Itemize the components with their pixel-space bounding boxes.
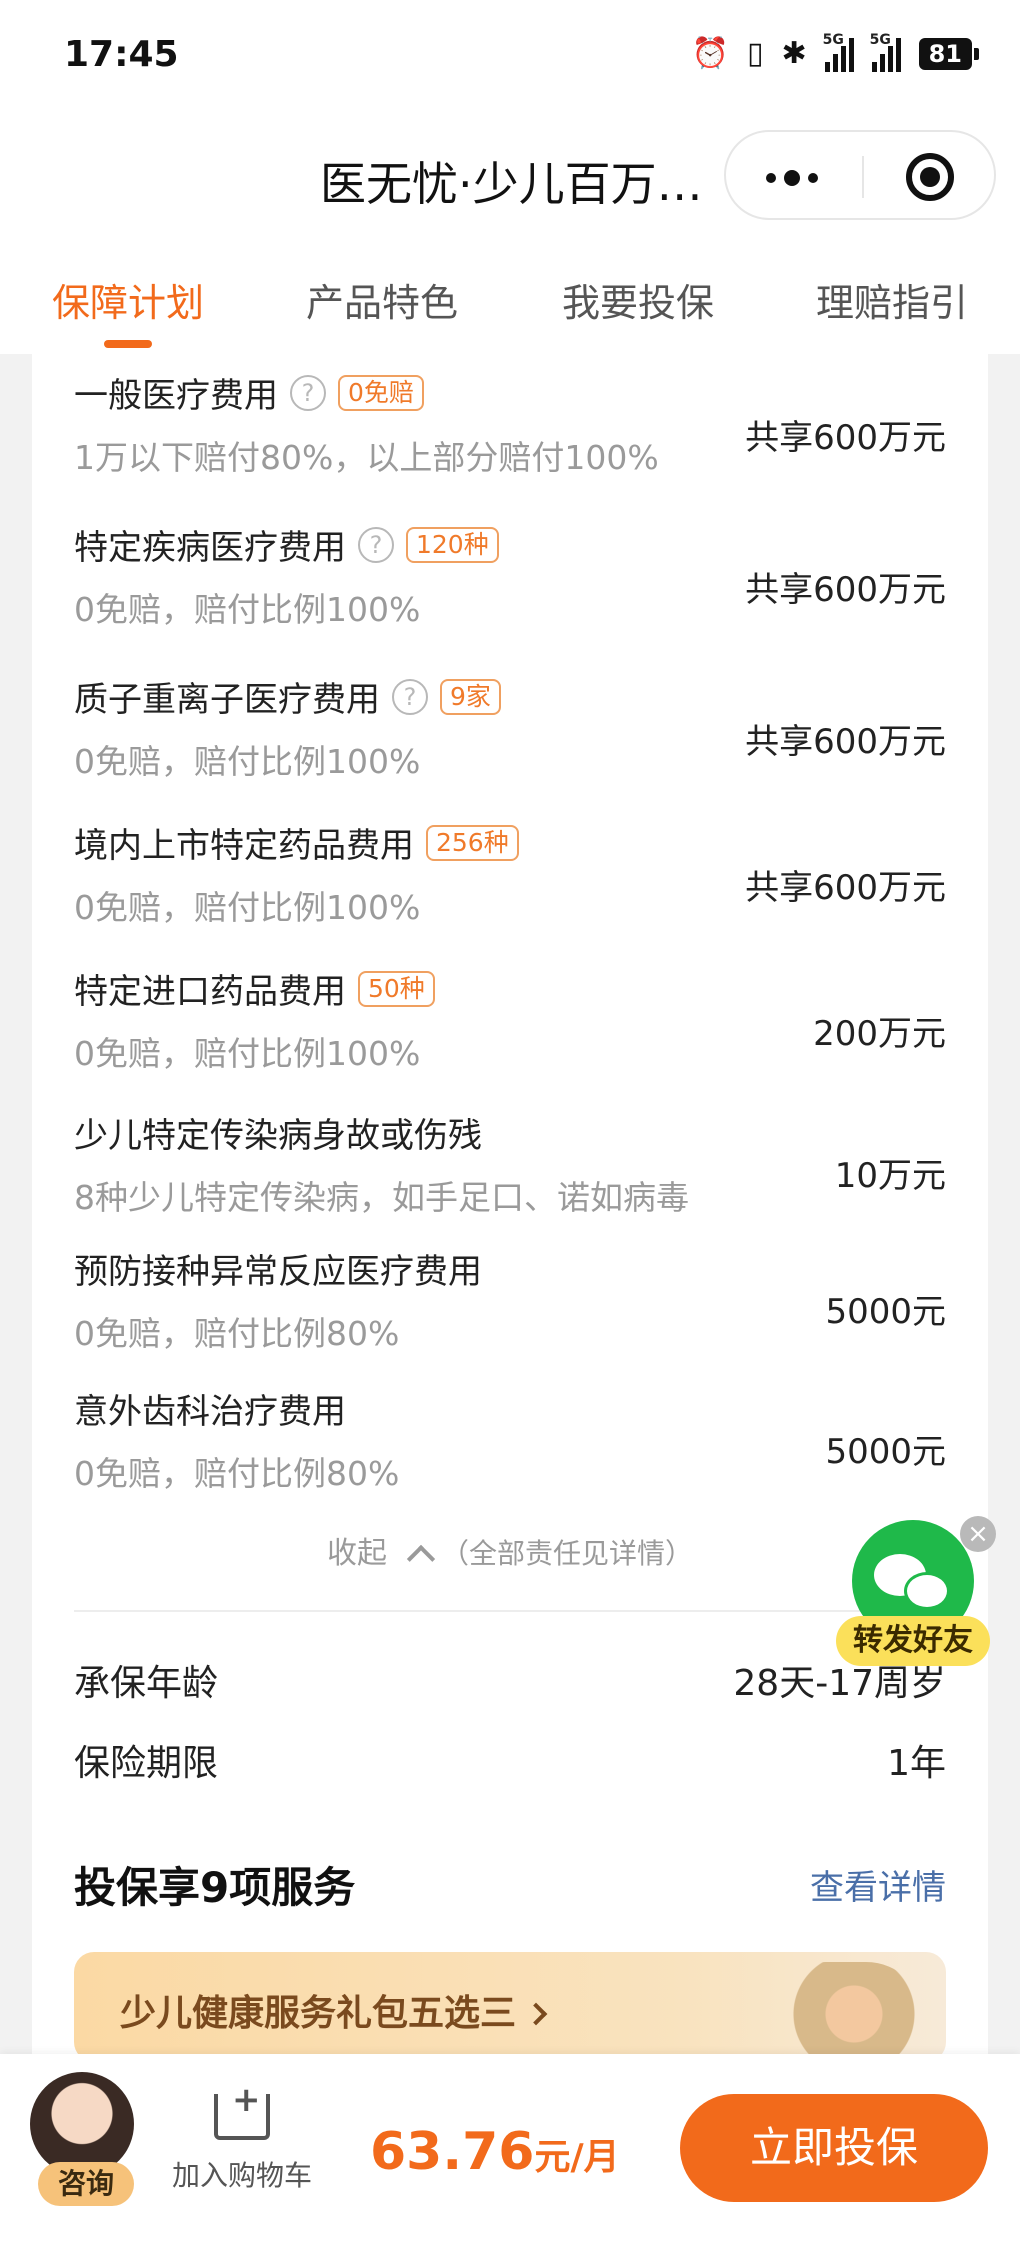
tab-claims-guide[interactable]: 理赔指引 <box>816 272 968 327</box>
miniapp-capsule <box>724 130 996 220</box>
tab-product-features[interactable]: 产品特色 <box>306 272 458 327</box>
collapse-note: （全部责任见详情） <box>440 1537 693 1570</box>
services-detail-link[interactable]: 查看详情 <box>810 1860 946 1909</box>
vibrate-icon: ▯ <box>746 36 764 71</box>
collapse-label: 收起 <box>326 1536 387 1571</box>
help-icon[interactable]: ? <box>392 678 428 715</box>
gift-package-label: 少儿健康服务礼包五选三 <box>120 1993 517 2034</box>
coverage-title: 意外齿科治疗费用 <box>74 1392 346 1432</box>
divider <box>74 1610 946 1612</box>
status-icons: ⏰ ▯ ✱ 5G 5G 81 <box>691 32 980 74</box>
coverage-card: 一般医疗费用 ? 0免赔 1万以下赔付80%，以上部分赔付100% 共享600万… <box>32 354 988 2062</box>
coverage-row: 质子重离子医疗费用 ? 9家 0免赔，赔付比例100% 共享600万元 <box>74 672 946 783</box>
avatar[interactable] <box>30 2072 134 2176</box>
tab-coverage-plan[interactable]: 保障计划 <box>52 272 204 327</box>
battery-icon: 81 <box>918 38 980 70</box>
add-to-cart-button[interactable]: 加入购物车 <box>172 2080 313 2194</box>
tab-apply[interactable]: 我要投保 <box>562 272 714 327</box>
coverage-row: 一般医疗费用 ? 0免赔 1万以下赔付80%，以上部分赔付100% 共享600万… <box>74 368 946 479</box>
coverage-tag: 9家 <box>440 678 501 715</box>
coverage-row: 境内上市特定药品费用 256种 0免赔，赔付比例100% 共享600万元 <box>74 818 946 929</box>
share-widget: × 转发好友 <box>836 1516 996 1666</box>
coverage-title: 一般医疗费用 <box>74 376 278 416</box>
alarm-icon: ⏰ <box>691 36 729 71</box>
coverage-amount: 10万元 <box>834 1156 946 1196</box>
active-tab-indicator <box>104 340 152 348</box>
info-label: 保险期限 <box>74 1743 219 1784</box>
bluetooth-icon: ✱ <box>781 36 807 71</box>
coverage-amount: 共享600万元 <box>745 570 946 610</box>
coverage-tag: 256种 <box>426 824 519 861</box>
signal-icon-2: 5G <box>870 32 901 72</box>
coverage-title: 少儿特定传染病身故或伤残 <box>74 1116 482 1156</box>
tab-bar: 保障计划 产品特色 我要投保 理赔指引 <box>0 232 1020 354</box>
coverage-amount: 5000元 <box>825 1292 946 1332</box>
coverage-row: 预防接种异常反应医疗费用 0免赔，赔付比例80% 5000元 <box>74 1244 946 1355</box>
coverage-desc: 0免赔，赔付比例80% <box>74 1314 400 1353</box>
coverage-desc: 0免赔，赔付比例80% <box>74 1454 400 1493</box>
coverage-row: 特定进口药品费用 50种 0免赔，赔付比例100% 200万元 <box>74 964 946 1075</box>
info-row-term: 保险期限 1年 <box>74 1734 946 1786</box>
info-value: 1年 <box>887 1743 946 1784</box>
close-miniapp-icon[interactable] <box>906 153 954 201</box>
info-label: 承保年龄 <box>74 1663 219 1704</box>
coverage-row: 特定疾病医疗费用 ? 120种 0免赔，赔付比例100% 共享600万元 <box>74 520 946 631</box>
coverage-row: 意外齿科治疗费用 0免赔，赔付比例80% 5000元 <box>74 1384 946 1495</box>
status-bar: 17:45 ⏰ ▯ ✱ 5G 5G 81 <box>0 0 1020 112</box>
gift-package-banner[interactable]: 少儿健康服务礼包五选三 <box>74 1952 946 2062</box>
consult-button[interactable]: 咨询 <box>38 2162 134 2206</box>
chevron-up-icon <box>406 1544 436 1574</box>
services-title: 投保享9项服务 <box>74 1863 356 1912</box>
help-icon[interactable]: ? <box>290 374 326 411</box>
coverage-title: 特定进口药品费用 <box>74 972 346 1012</box>
coverage-row: 少儿特定传染病身故或伤残 8种少儿特定传染病，如手足口、诺如病毒 10万元 <box>74 1108 946 1219</box>
coverage-title: 质子重离子医疗费用 <box>74 680 380 720</box>
buy-now-button[interactable]: 立即投保 <box>680 2094 988 2202</box>
more-icon[interactable] <box>766 170 818 186</box>
coverage-tag: 0免赔 <box>338 374 424 411</box>
add-to-cart-label: 加入购物车 <box>172 2159 313 2192</box>
coverage-tag: 120种 <box>406 526 499 563</box>
coverage-desc: 8种少儿特定传染病，如手足口、诺如病毒 <box>74 1178 689 1217</box>
chevron-right-icon <box>524 2002 548 2026</box>
cart-add-icon <box>214 2080 270 2140</box>
coverage-amount: 共享600万元 <box>745 868 946 908</box>
price-value: 63.76 <box>370 2122 535 2182</box>
child-photo <box>766 1962 926 2062</box>
price-unit: 元/月 <box>534 2137 620 2178</box>
signal-icon: 5G <box>823 32 854 72</box>
close-icon[interactable]: × <box>960 1516 996 1552</box>
nav-bar: 医无忧·少儿百万… <box>0 112 1020 232</box>
bottom-action-bar: 咨询 加入购物车 63.76元/月 立即投保 <box>0 2054 1020 2244</box>
coverage-title: 预防接种异常反应医疗费用 <box>74 1252 482 1292</box>
info-row-age: 承保年龄 28天-17周岁 <box>74 1654 946 1706</box>
price: 63.76元/月 <box>370 2122 620 2182</box>
page-title: 医无忧·少儿百万… <box>320 157 700 211</box>
status-time: 17:45 <box>64 34 179 75</box>
coverage-title: 境内上市特定药品费用 <box>74 826 414 866</box>
coverage-tag: 50种 <box>358 970 435 1007</box>
coverage-amount: 共享600万元 <box>745 722 946 762</box>
help-icon[interactable]: ? <box>358 526 394 563</box>
coverage-amount: 共享600万元 <box>745 418 946 458</box>
coverage-title: 特定疾病医疗费用 <box>74 528 346 568</box>
capsule-divider <box>862 156 864 198</box>
share-button[interactable]: 转发好友 <box>836 1616 990 1666</box>
coverage-amount: 5000元 <box>825 1432 946 1472</box>
coverage-amount: 200万元 <box>813 1014 946 1054</box>
